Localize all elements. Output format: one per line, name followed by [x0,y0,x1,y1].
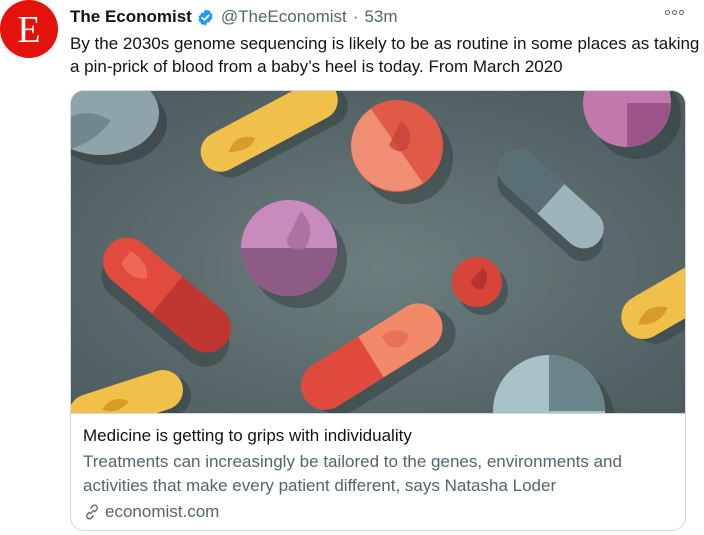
card-image[interactable] [71,91,685,413]
card-body[interactable]: Medicine is getting to grips with indivi… [83,425,679,523]
tweet-text: By the 2030s genome sequencing is likely… [70,34,700,76]
avatar-letter: E [17,9,41,51]
link-card[interactable]: Medicine is getting to grips with indivi… [70,90,686,531]
more-dot [665,10,670,15]
separator-dot: · [352,7,359,26]
card-domain: economist.com [83,501,679,523]
pills-illustration [71,91,685,413]
card-divider [71,413,685,414]
more-dot [679,10,684,15]
handle[interactable]: @TheEconomist [221,7,347,27]
tweet-header: The Economist @TheEconomist · 53m [70,6,398,28]
card-title: Medicine is getting to grips with indivi… [83,426,412,445]
card-description: Treatments can increasingly be tailored … [83,452,622,495]
avatar[interactable]: E [0,0,58,58]
verified-badge-icon [196,8,215,27]
display-name[interactable]: The Economist [70,7,192,27]
more-dot [672,10,677,15]
timestamp[interactable]: 53m [364,7,397,27]
link-icon [83,503,101,521]
card-domain-text: economist.com [105,502,220,521]
more-options-icon[interactable] [665,10,684,15]
